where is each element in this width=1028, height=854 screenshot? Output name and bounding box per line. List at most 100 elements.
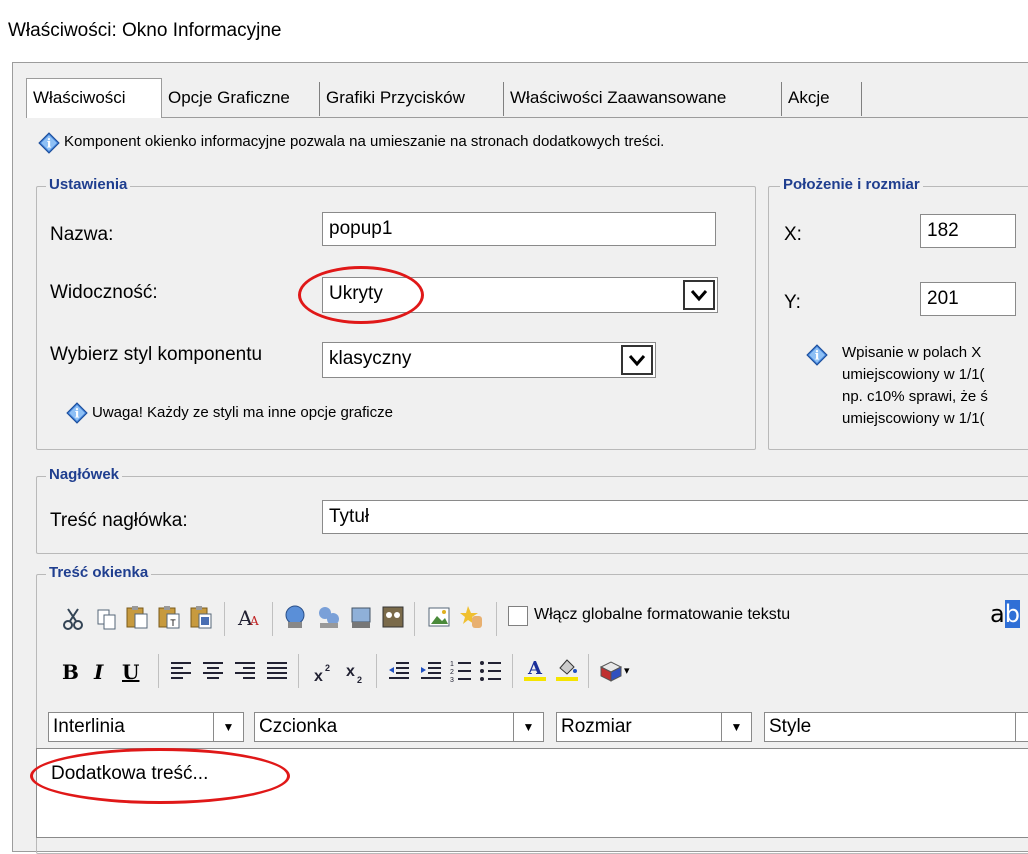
line-spacing-value: Interlinia bbox=[53, 716, 125, 737]
align-left-icon[interactable] bbox=[168, 658, 194, 684]
intro-text: Komponent okienko informacyjne pozwala n… bbox=[64, 133, 665, 150]
info-icon: i bbox=[66, 402, 88, 424]
special-char-icon[interactable] bbox=[598, 658, 624, 684]
svg-text:2: 2 bbox=[325, 663, 330, 673]
toolbar-separator bbox=[224, 602, 225, 636]
svg-text:x: x bbox=[346, 663, 355, 680]
unlink-icon[interactable] bbox=[348, 604, 374, 630]
chevron-down-icon[interactable]: ▾ bbox=[624, 664, 630, 677]
svg-text:2: 2 bbox=[450, 669, 454, 676]
window-title: Właściwości: Okno Informacyjne bbox=[8, 20, 282, 41]
media-icon[interactable] bbox=[380, 604, 406, 630]
paste-word-icon[interactable] bbox=[188, 604, 214, 630]
header-content-input[interactable]: Tytuł bbox=[322, 500, 1028, 534]
cut-icon[interactable] bbox=[60, 606, 86, 632]
position-note-line: Wpisanie w polach X bbox=[842, 344, 982, 361]
svg-text:A: A bbox=[249, 614, 259, 628]
style-select[interactable]: klasyczny bbox=[322, 342, 656, 378]
italic-button[interactable]: I bbox=[94, 660, 103, 684]
global-format-checkbox[interactable] bbox=[508, 606, 528, 626]
header-content-label: Treść nagłówka: bbox=[50, 510, 188, 531]
toolbar-separator bbox=[414, 602, 415, 636]
style-label: Wybierz styl komponentu bbox=[50, 344, 263, 365]
copy-icon[interactable] bbox=[94, 606, 120, 632]
insert-object-icon[interactable] bbox=[460, 604, 486, 630]
toolbar-separator bbox=[512, 654, 513, 688]
name-label: Nazwa: bbox=[50, 224, 114, 245]
svg-text:i: i bbox=[47, 137, 52, 151]
global-format-label: Włącz globalne formatowanie tekstu bbox=[534, 606, 791, 623]
chevron-down-icon[interactable]: ▼ bbox=[721, 713, 751, 741]
svg-text:1: 1 bbox=[450, 661, 454, 668]
tab-advanced-properties[interactable]: Właściwości Zaawansowane bbox=[504, 82, 782, 116]
toolbar-separator bbox=[376, 654, 377, 688]
tab-properties[interactable]: Właściwości bbox=[26, 78, 162, 118]
underline-button[interactable]: U bbox=[122, 660, 139, 684]
x-input[interactable]: 182 bbox=[920, 214, 1016, 248]
position-note: Wpisanie w polach X umiejscowiony w 1/1(… bbox=[842, 342, 1028, 430]
chevron-down-icon[interactable]: ▼ bbox=[513, 713, 543, 741]
subscript-icon[interactable]: x2 bbox=[342, 660, 368, 686]
line-spacing-combo[interactable]: Interlinia ▼ bbox=[48, 712, 244, 742]
svg-text:3: 3 bbox=[450, 677, 454, 684]
toolbar-separator bbox=[588, 654, 589, 688]
svg-text:2: 2 bbox=[357, 675, 362, 685]
svg-text:T: T bbox=[170, 618, 176, 628]
image-icon[interactable] bbox=[426, 604, 452, 630]
anchor-icon[interactable] bbox=[316, 604, 342, 630]
y-label: Y: bbox=[784, 292, 801, 313]
header-legend: Nagłówek bbox=[46, 466, 123, 483]
visibility-label: Widoczność: bbox=[50, 282, 158, 303]
style-combo-value: Style bbox=[769, 716, 812, 737]
svg-text:i: i bbox=[815, 349, 820, 363]
svg-text:i: i bbox=[75, 407, 80, 421]
position-note-line: np. c10% sprawi, że ś bbox=[842, 388, 988, 405]
highlight-ellipse bbox=[298, 266, 424, 324]
size-value: Rozmiar bbox=[561, 716, 632, 737]
align-center-icon[interactable] bbox=[200, 658, 226, 684]
chevron-down-icon[interactable] bbox=[621, 345, 653, 375]
paste-text-icon[interactable]: T bbox=[156, 604, 182, 630]
bold-button[interactable]: B bbox=[62, 660, 79, 684]
position-note-line: umiejscowiony w 1/1( bbox=[842, 366, 985, 383]
text-preview-icon[interactable]: ab bbox=[990, 600, 1028, 628]
tab-graphic-options[interactable]: Opcje Graficzne bbox=[162, 82, 320, 116]
numbered-list-icon[interactable]: 123 bbox=[448, 658, 474, 684]
style-combo[interactable]: Style bbox=[764, 712, 1028, 742]
font-size-icon[interactable]: AA bbox=[236, 604, 262, 630]
tab-button-graphics[interactable]: Grafiki Przycisków bbox=[320, 82, 504, 116]
style-value: klasyczny bbox=[329, 348, 412, 369]
chevron-down-icon[interactable]: ▼ bbox=[213, 713, 243, 741]
paste-icon[interactable] bbox=[124, 604, 150, 630]
toolbar-separator bbox=[496, 602, 497, 636]
style-note: Uwaga! Każdy ze styli ma inne opcje graf… bbox=[92, 404, 393, 421]
superscript-icon[interactable]: x2 bbox=[310, 660, 336, 686]
size-combo[interactable]: Rozmiar ▼ bbox=[556, 712, 752, 742]
font-value: Czcionka bbox=[259, 716, 338, 737]
combo-divider bbox=[1015, 713, 1016, 741]
outdent-icon[interactable] bbox=[386, 658, 412, 684]
align-right-icon[interactable] bbox=[232, 658, 258, 684]
align-justify-icon[interactable] bbox=[264, 658, 290, 684]
y-input[interactable]: 201 bbox=[920, 282, 1016, 316]
toolbar-separator bbox=[272, 602, 273, 636]
font-combo[interactable]: Czcionka ▼ bbox=[254, 712, 544, 742]
position-note-line: umiejscowiony w 1/1( bbox=[842, 410, 985, 427]
background-color-icon[interactable] bbox=[554, 656, 580, 682]
x-label: X: bbox=[784, 224, 802, 245]
bullet-list-icon[interactable] bbox=[478, 658, 504, 684]
info-icon: i bbox=[38, 132, 60, 154]
position-legend: Położenie i rozmiar bbox=[780, 176, 923, 193]
svg-text:x: x bbox=[314, 668, 323, 685]
name-input[interactable]: popup1 bbox=[322, 212, 716, 246]
body-legend: Treść okienka bbox=[46, 564, 152, 581]
tab-actions[interactable]: Akcje bbox=[782, 82, 862, 116]
highlight-ellipse bbox=[30, 748, 290, 804]
info-icon: i bbox=[806, 344, 828, 366]
toolbar-separator bbox=[298, 654, 299, 688]
text-color-icon[interactable]: A bbox=[522, 656, 548, 682]
settings-legend: Ustawienia bbox=[46, 176, 131, 193]
chevron-down-icon[interactable] bbox=[683, 280, 715, 310]
indent-icon[interactable] bbox=[418, 658, 444, 684]
link-globe-icon[interactable] bbox=[282, 604, 308, 630]
